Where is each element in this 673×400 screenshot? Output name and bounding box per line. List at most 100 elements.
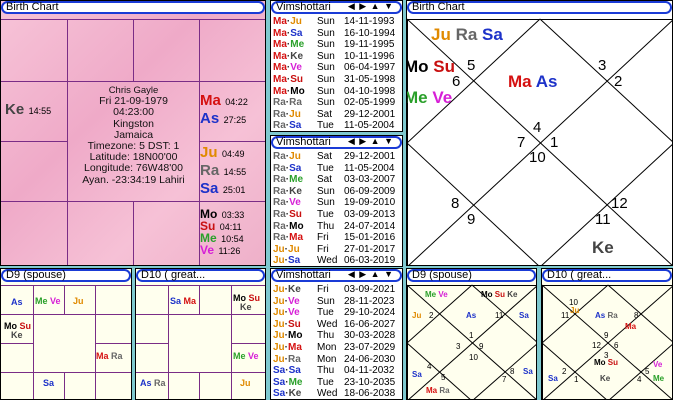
house-6: 6	[452, 73, 461, 90]
d10n-ve: Ve	[653, 360, 663, 369]
d9s-ke: Ke	[11, 330, 23, 340]
dasha-weekday: Tue	[317, 209, 334, 220]
antardasha-lord: Me	[288, 376, 303, 388]
dasha-row[interactable]: Ju·Sa Wed 06-03-2019	[273, 255, 395, 266]
dasha-lord: Ma	[273, 74, 287, 85]
dasha-lord: Ju	[273, 295, 285, 307]
house-5: 5	[467, 57, 476, 74]
dasha-row[interactable]: Ma·Su Sun 31-05-1998	[273, 74, 395, 85]
dasha-row[interactable]: Ma·Ju Sun 14-11-1993	[273, 16, 394, 27]
birth-chart-title[interactable]: Birth Chart	[1, 1, 265, 14]
dasha-weekday: Sat	[317, 108, 333, 120]
dasha-weekday: Sun	[317, 16, 335, 27]
d9-north-panel[interactable]: D9 (spouse) Me Ve Mo Su Ke Ju As Sa Sa S…	[406, 268, 537, 400]
dasha-row[interactable]: Ra·Ju Sat 29-12-2001	[273, 109, 395, 120]
dasha-lord: Ra	[273, 120, 286, 132]
birth-chart-south-panel[interactable]: Birth Chart Ke 14:55 Ma 04:22 As 27:25 J…	[0, 0, 266, 266]
dasha-row[interactable]: Ra·Su Tue 03-09-2013	[273, 209, 395, 220]
dasha-weekday: Sun	[317, 50, 335, 62]
dasha-date: 19-09-2010	[344, 197, 396, 209]
d9n-h11: 11	[495, 311, 504, 320]
d9n-ma-ra: Ma Ra	[426, 386, 450, 395]
dasha-row[interactable]: Ra·Sa Tue 11-05-2004	[273, 120, 394, 132]
dasha-lord: Ra	[273, 151, 286, 162]
d10-south-panel[interactable]: D10 ( great... Sa Ma Mo Su Ke Me Ve As R…	[135, 268, 266, 400]
d9n-sa-3: Sa	[523, 367, 533, 376]
dasha-date: 28-11-2023	[344, 295, 395, 307]
d9s-ma-ra: Ma Ra	[96, 351, 123, 361]
dasha-row[interactable]: Ra·Ve Sun 19-09-2010	[273, 197, 395, 208]
vimshottari-panel-2[interactable]: Vimshottari ◀ ▶ ▲ ▼ Ra·Ju Sat 29-12-2001 Ra…	[270, 135, 403, 267]
d10s-sa-ma: Sa Ma	[170, 296, 197, 306]
dasha-list-2: Ra·Ju Sat 29-12-2001 Ra·Sa Tue 11-05-2004 Ra·M…	[271, 150, 402, 266]
dasha-row[interactable]: Ra·Ma Fri 15-01-2016	[273, 232, 395, 244]
house-3: 3	[598, 57, 607, 74]
antardasha-lord: Ma	[289, 232, 304, 244]
dasha-lord: Ra	[273, 185, 286, 197]
dasha-row[interactable]: Ju·Mo Thu 30-03-2028	[273, 330, 395, 342]
dasha-row[interactable]: Ra·Ra Sun 02-05-1999	[273, 97, 395, 109]
d10n-h2: 2	[562, 367, 567, 376]
nav-arrows-icon[interactable]: ◀ ▶ ▲ ▼	[348, 137, 394, 146]
dasha-row[interactable]: Ma·Sa Sun 16-10-1994	[273, 28, 395, 39]
dasha-row[interactable]: Ma·Ve Sun 06-04-1997	[273, 62, 395, 74]
d9-south-panel[interactable]: D9 (spouse) As Me Ve Ju Mo Su Ke Ma Ra S…	[0, 268, 132, 400]
dasha-row[interactable]: Ra·Mo Thu 24-07-2014	[273, 221, 395, 232]
dasha-weekday: Thu	[317, 220, 335, 232]
dasha-date: 06-09-2009	[344, 185, 396, 197]
dasha-row[interactable]: Ju·Ve Sun 28-11-2023	[273, 295, 394, 307]
birth-chart-north-panel[interactable]: Birth Chart Ju Ra Sa Mo Su Me Ve Ma As K…	[406, 0, 673, 266]
antardasha-lord: Ve	[290, 62, 302, 74]
d9n-h5: 5	[441, 373, 446, 382]
dasha-row[interactable]: Ra·Me Sat 03-03-2007	[273, 174, 395, 185]
vimshottari-title-2[interactable]: Vimshottari ◀ ▶ ▲ ▼	[271, 136, 402, 149]
dasha-row[interactable]: Ju·Su Wed 16-06-2027	[273, 318, 395, 330]
d10-north-panel[interactable]: D10 ( great... Ju As Ra Ma Mo Su Ke Sa V…	[541, 268, 673, 400]
antardasha-lord: Ju	[288, 243, 300, 255]
d9s-as: As	[11, 297, 23, 307]
vimshottari-title-3[interactable]: Vimshottari ◀ ▶ ▲ ▼	[271, 269, 402, 282]
antardasha-lord: Ra	[289, 97, 302, 109]
dasha-row[interactable]: Ju·Ma Mon 23-07-2029	[273, 342, 395, 353]
vimshottari-title-1[interactable]: Vimshottari ◀ ▶ ▲ ▼	[271, 1, 402, 14]
d9-south-title[interactable]: D9 (spouse)	[1, 269, 131, 282]
dasha-row[interactable]: Sa·Sa Thu 04-11-2032	[273, 365, 394, 376]
dasha-lord: Ra	[273, 162, 286, 174]
dasha-row[interactable]: Ju·Ra Mon 24-06-2030	[273, 354, 395, 365]
dasha-row[interactable]: Ju·Ju Fri 27-01-2017	[273, 243, 395, 255]
dasha-row[interactable]: Sa·Ke Wed 18-06-2038	[273, 388, 395, 400]
dasha-row[interactable]: Ma·Me Sun 19-11-1995	[273, 39, 394, 51]
birth-time: 04:23:00	[113, 106, 154, 119]
dasha-weekday: Sun	[317, 74, 335, 85]
dasha-date: 30-03-2028	[344, 330, 396, 342]
d10-south-title[interactable]: D10 ( great...	[136, 269, 265, 282]
dasha-lord: Ju	[273, 284, 285, 295]
antardasha-lord: Ke	[288, 388, 302, 400]
house-7: 7	[517, 134, 526, 151]
nav-arrows-icon[interactable]: ◀ ▶ ▲ ▼	[348, 2, 394, 11]
dasha-date: 29-12-2001	[344, 151, 396, 162]
antardasha-lord: Ju	[290, 16, 302, 27]
dasha-row[interactable]: Sa·Me Tue 23-10-2035	[273, 376, 395, 388]
dasha-row[interactable]: Ra·Ke Sun 06-09-2009	[273, 185, 395, 197]
dasha-row[interactable]: Ju·Ve Tue 29-10-2024	[273, 307, 395, 318]
antardasha-lord: Mo	[288, 330, 303, 342]
vimshottari-panel-3[interactable]: Vimshottari ◀ ▶ ▲ ▼ Ju·Ke Fri 03-09-2021 Ju…	[270, 268, 403, 400]
nav-arrows-icon[interactable]: ◀ ▶ ▲ ▼	[348, 270, 394, 279]
antardasha-lord: Me	[290, 39, 305, 51]
antardasha-lord: Su	[288, 318, 301, 330]
vimshottari-panel-1[interactable]: Vimshottari ◀ ▶ ▲ ▼ Ma·Ju Sun 14-11-1993 Ma…	[270, 0, 403, 132]
dasha-date: 29-12-2001	[344, 108, 396, 120]
dasha-date: 10-11-1996	[344, 50, 395, 62]
dasha-weekday: Mon	[317, 342, 337, 353]
dasha-row[interactable]: Ra·Sa Tue 11-05-2004	[273, 162, 394, 174]
d10s-ju: Ju	[240, 378, 251, 388]
dasha-row[interactable]: Ra·Ju Sat 29-12-2001	[273, 151, 395, 162]
dasha-date: 04-11-2032	[344, 365, 395, 377]
dasha-row[interactable]: Ma·Ke Sun 10-11-1996	[273, 51, 394, 62]
d10n-h1: 1	[574, 375, 579, 384]
dasha-lord: Ju	[273, 330, 285, 342]
dasha-weekday: Sun	[317, 185, 335, 197]
dasha-row[interactable]: Ju·Ke Fri 03-09-2021	[273, 284, 395, 295]
dasha-row[interactable]: Ma·Mo Sun 04-10-1998	[273, 86, 395, 97]
